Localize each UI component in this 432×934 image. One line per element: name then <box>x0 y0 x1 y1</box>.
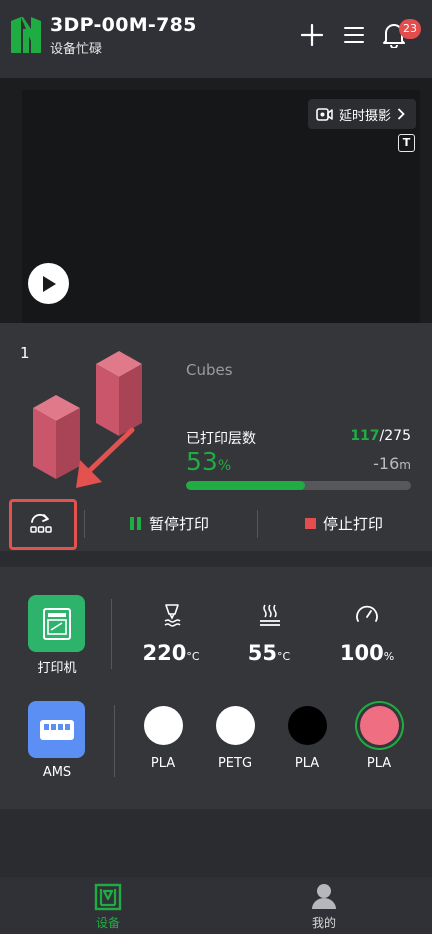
pause-icon <box>130 516 141 530</box>
device-status: 设备忙碌 <box>50 42 103 57</box>
speed-gauge-icon <box>356 605 378 622</box>
nozzle-icon <box>164 604 181 627</box>
nozzle-temp-unit: °C <box>186 650 200 663</box>
filament-slot-4-label: PLA <box>366 756 392 771</box>
layers-count: 117/275 <box>350 428 411 444</box>
layers-current: 117 <box>350 428 380 444</box>
camera-view: 延时摄影 T <box>0 78 432 323</box>
nozzle-temp-value: 220 <box>142 641 187 665</box>
filament-slot-3-label: PLA <box>294 756 320 771</box>
notification-count-badge: 23 <box>399 19 421 39</box>
text-overlay-toggle[interactable]: T <box>398 134 415 152</box>
chevron-right-icon <box>397 108 405 120</box>
device-tab-icon <box>94 883 122 911</box>
print-speed-unit: % <box>383 650 395 663</box>
annotation-arrow <box>76 427 135 488</box>
user-icon <box>312 884 336 909</box>
timelapse-button[interactable]: 延时摄影 <box>308 99 416 129</box>
heatbed-icon <box>260 604 280 626</box>
video-camera-icon <box>316 107 333 121</box>
play-button[interactable] <box>28 263 69 304</box>
filament-slot-1[interactable] <box>144 706 183 745</box>
printer-tile[interactable] <box>28 595 85 652</box>
play-icon <box>42 275 56 292</box>
ams-tile[interactable] <box>28 701 85 758</box>
progress-bar <box>186 481 411 490</box>
printer-label: 打印机 <box>37 661 77 676</box>
filament-slot-3[interactable] <box>288 706 327 745</box>
pause-print-button[interactable]: 暂停打印 <box>130 509 209 537</box>
print-speed-value: 100 <box>339 641 384 665</box>
remaining-time: -16m <box>373 454 411 473</box>
stop-label: 停止打印 <box>323 514 384 533</box>
print-speed[interactable]: 100% <box>332 641 402 665</box>
ams-icon <box>39 719 74 740</box>
nav-tab-me[interactable]: 我的 <box>216 877 432 934</box>
layers-total: /275 <box>379 428 411 444</box>
bottom-navigation: 设备 我的 <box>0 877 432 934</box>
stop-icon <box>305 517 316 529</box>
job-name: Cubes <box>186 361 233 379</box>
stop-print-button[interactable]: 停止打印 <box>305 509 383 537</box>
divider <box>111 599 112 669</box>
bed-temp[interactable]: 55°C <box>234 641 304 665</box>
bed-temp-value: 55 <box>247 641 278 665</box>
nav-tab-device-label: 设备 <box>95 916 120 930</box>
bed-temp-unit: °C <box>277 650 291 663</box>
filament-slot-1-label: PLA <box>150 756 176 771</box>
divider <box>257 510 258 538</box>
filament-slot-4-active[interactable] <box>360 706 399 745</box>
progress-bar-fill <box>186 481 306 490</box>
divider <box>114 705 115 777</box>
progress-percent: 53% <box>186 447 231 476</box>
nav-tab-device[interactable]: 设备 <box>0 877 216 934</box>
print-job-card: 1 Cubes 已打印层数 117/275 53% -16m 暂停打印 停止打印 <box>0 323 432 551</box>
menu-button[interactable] <box>341 20 367 50</box>
device-logo-icon <box>11 17 41 53</box>
filament-slot-2[interactable] <box>216 706 255 745</box>
app-header: 3DP-00M-785 设备忙碌 23 <box>0 0 432 78</box>
hamburger-menu-icon <box>344 27 364 43</box>
filament-swap-icon[interactable] <box>28 513 54 535</box>
printer-icon <box>42 607 71 640</box>
nozzle-temp[interactable]: 220°C <box>136 641 206 665</box>
timelapse-label: 延时摄影 <box>339 108 392 124</box>
remaining-time-unit: m <box>399 458 411 472</box>
progress-percent-value: 53 <box>186 447 218 476</box>
device-controls-card: 打印机 220°C 55°C 100% AMS PLA PETG PLA PLA <box>0 567 432 809</box>
add-device-button[interactable] <box>299 20 325 50</box>
nav-tab-me-label: 我的 <box>311 916 336 930</box>
progress-percent-unit: % <box>217 458 232 474</box>
pause-label: 暂停打印 <box>149 514 210 533</box>
divider <box>84 510 85 538</box>
plus-icon <box>300 23 324 47</box>
layers-label: 已打印层数 <box>186 431 256 447</box>
filament-slot-2-label: PETG <box>217 756 253 771</box>
remaining-time-value: -16 <box>373 454 400 473</box>
ams-label: AMS <box>42 765 72 780</box>
device-name[interactable]: 3DP-00M-785 <box>50 14 197 36</box>
